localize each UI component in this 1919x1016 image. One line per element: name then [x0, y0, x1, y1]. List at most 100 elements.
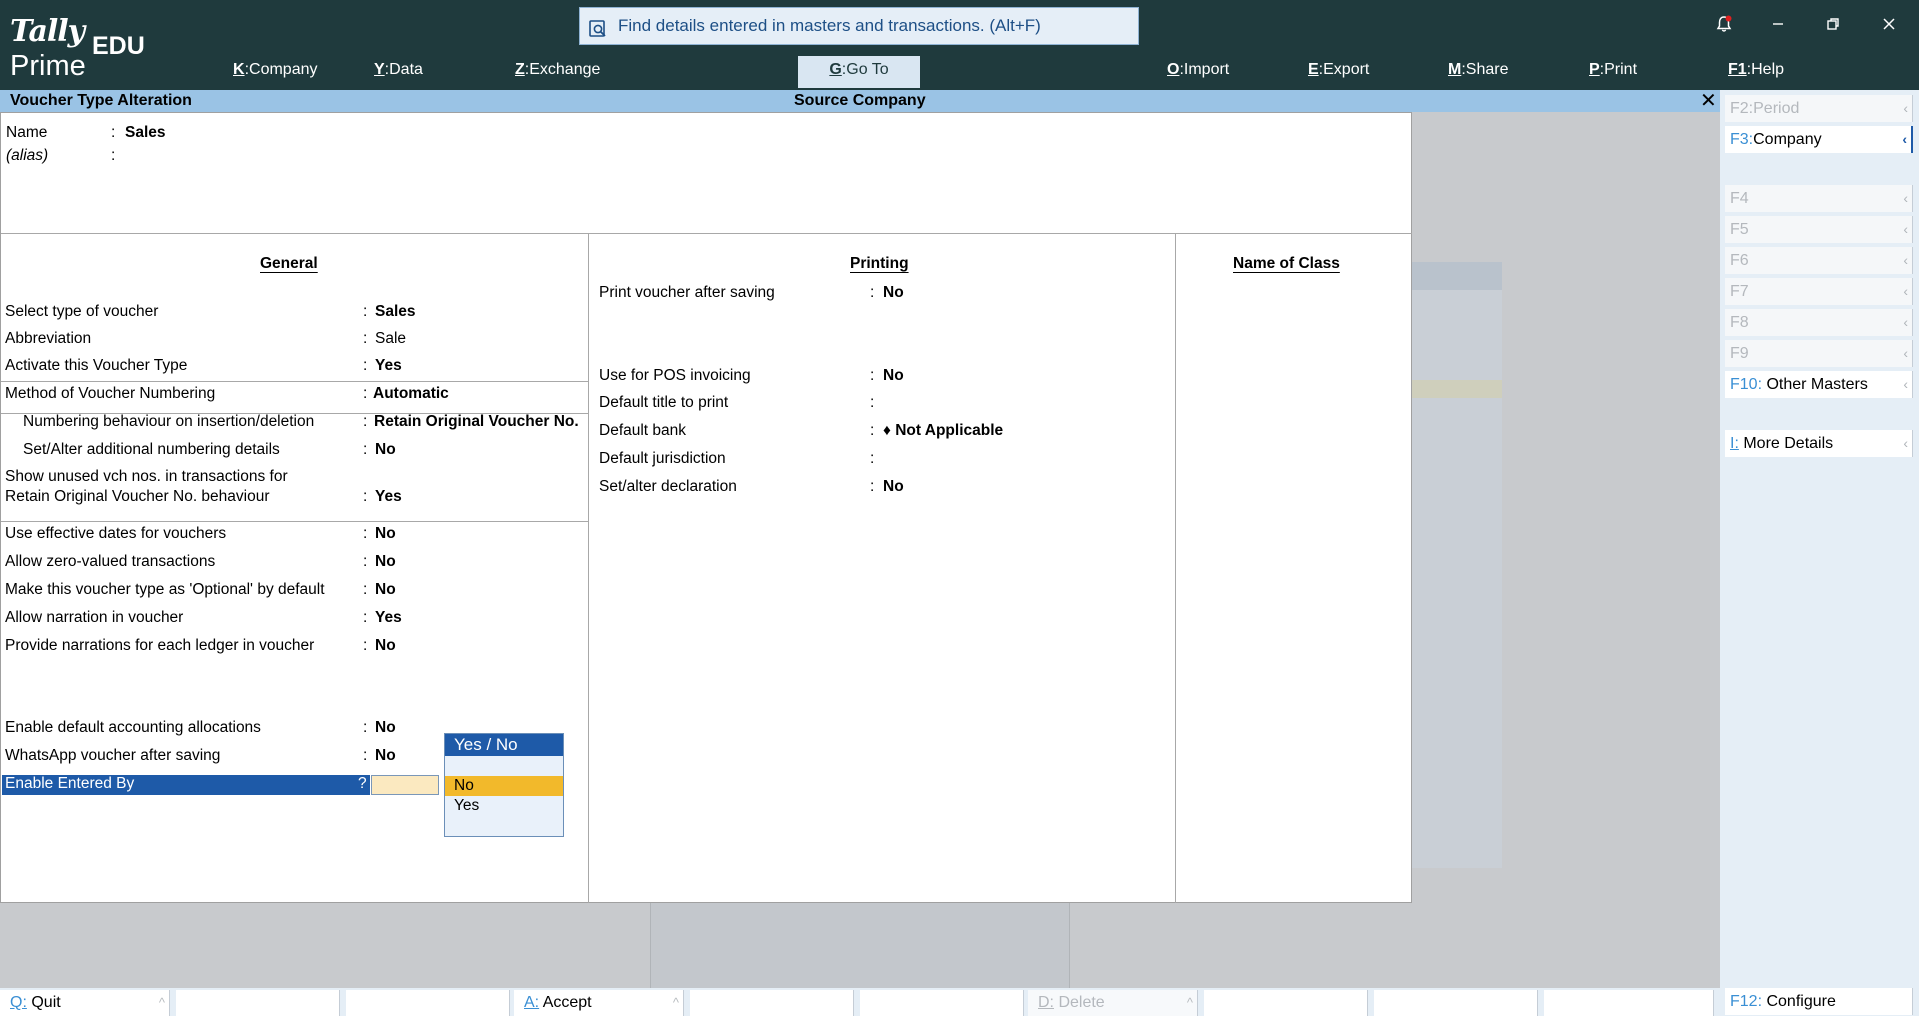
field-label: Use for POS invoicing	[599, 367, 751, 384]
colon: :	[870, 394, 875, 411]
field-label: Print voucher after saving	[599, 284, 775, 301]
f9-button[interactable]: F9 ‹	[1725, 340, 1913, 367]
f4-button[interactable]: F4 ‹	[1725, 185, 1913, 212]
button-key: F3:	[1730, 131, 1754, 148]
chevron-left-icon: ‹	[1903, 221, 1908, 237]
column-divider	[588, 233, 589, 903]
f12-configure-button[interactable]: F12: Configure	[1725, 988, 1913, 1015]
search-icon	[588, 16, 608, 37]
chevron-left-icon: ‹	[1903, 435, 1908, 451]
menu-help[interactable]: F1:Help	[1724, 56, 1788, 88]
menu-label: Data	[389, 61, 423, 78]
whatsapp-voucher-value[interactable]: No	[375, 747, 396, 765]
menu-label: Export	[1323, 61, 1370, 78]
f5-button[interactable]: F5 ‹	[1725, 216, 1913, 243]
field-label: Enable default accounting allocations	[5, 719, 261, 736]
menu-label: Import	[1183, 61, 1230, 78]
allow-narration-value[interactable]: Yes	[375, 609, 402, 627]
colon: :	[363, 637, 368, 654]
menu-label: Share	[1465, 61, 1509, 78]
button-key: F9	[1730, 345, 1749, 362]
menu-data[interactable]: Y:Data	[370, 56, 427, 88]
button-key: F7	[1730, 283, 1749, 300]
colon: :	[363, 581, 368, 598]
menu-share[interactable]: M:Share	[1444, 56, 1512, 88]
show-unused-vch-nos-value[interactable]: Yes	[375, 488, 402, 506]
empty-button-slot	[1374, 990, 1538, 1016]
menu-import[interactable]: O:Import	[1163, 56, 1233, 88]
global-search-box[interactable]: Find details entered in masters and tran…	[579, 7, 1139, 45]
abbreviation-value[interactable]: Sale	[375, 330, 406, 348]
ledger-narration-value[interactable]: No	[375, 637, 396, 655]
f3-company-button[interactable]: F3:Company ‹	[1725, 126, 1913, 153]
option-yes[interactable]: Yes	[445, 796, 563, 816]
menu-company[interactable]: K:Company	[229, 56, 322, 88]
menu-print[interactable]: P:Print	[1585, 56, 1641, 88]
chevron-left-icon: ‹	[1903, 252, 1908, 268]
colon: :	[111, 124, 116, 141]
minimize-icon[interactable]	[1766, 14, 1790, 38]
yes-no-popup[interactable]: Yes / No No Yes	[444, 733, 564, 837]
field-label: Set/alter declaration	[599, 478, 737, 495]
declaration-value[interactable]: No	[883, 478, 904, 496]
menu-key: Y	[374, 61, 385, 78]
accept-button[interactable]: A: Accept ^	[514, 990, 684, 1016]
field-label: Activate this Voucher Type	[5, 357, 188, 374]
print-after-saving-value[interactable]: No	[883, 284, 904, 302]
button-key: F12:	[1730, 993, 1763, 1010]
popup-title: Yes / No	[445, 734, 563, 756]
edition-label: EDU	[92, 32, 145, 60]
menu-label: Company	[249, 61, 318, 78]
colon: :	[870, 284, 875, 301]
zero-valued-value[interactable]: No	[375, 553, 396, 571]
notification-bell-icon[interactable]	[1712, 14, 1736, 38]
enable-entered-by-row[interactable]: Enable Entered By ?	[2, 775, 370, 795]
option-no[interactable]: No	[445, 776, 563, 796]
close-icon[interactable]	[1877, 14, 1901, 38]
default-accounting-allocations-value[interactable]: No	[375, 719, 396, 737]
voucher-numbering-method-value[interactable]: Automatic	[373, 385, 449, 403]
colon: :	[363, 525, 368, 542]
menu-key: E	[1308, 61, 1319, 78]
background-panel	[1412, 262, 1502, 868]
effective-dates-value[interactable]: No	[375, 525, 396, 543]
optional-default-value[interactable]: No	[375, 581, 396, 599]
field-label: Default bank	[599, 422, 687, 439]
numbering-behaviour-value[interactable]: Retain Original Voucher No.	[374, 413, 579, 431]
default-bank-value[interactable]: ♦ Not Applicable	[883, 422, 1003, 440]
delete-button[interactable]: D: Delete ^	[1028, 990, 1198, 1016]
field-label: Use effective dates for vouchers	[5, 525, 227, 542]
empty-button-slot	[690, 990, 854, 1016]
restore-icon[interactable]	[1821, 14, 1845, 38]
enable-entered-by-input[interactable]	[371, 775, 439, 795]
menu-exchange[interactable]: Z:Exchange	[511, 56, 604, 88]
f6-button[interactable]: F6 ‹	[1725, 247, 1913, 274]
quit-button[interactable]: Q: Quit ^	[0, 990, 170, 1016]
printing-heading: Printing	[850, 255, 909, 272]
name-field[interactable]: Sales	[125, 124, 166, 142]
colon: :	[363, 330, 368, 347]
more-details-button[interactable]: I: More Details ‹	[1725, 430, 1913, 457]
button-label: More Details	[1743, 435, 1834, 452]
field-label: Show unused vch nos. in transactions for	[5, 468, 288, 485]
menu-export[interactable]: E:Export	[1304, 56, 1373, 88]
field-label: Retain Original Voucher No. behaviour	[5, 488, 270, 505]
name-of-class-heading: Name of Class	[1233, 255, 1340, 272]
f10-other-masters-button[interactable]: F10: Other Masters ‹	[1725, 371, 1913, 398]
f7-button[interactable]: F7 ‹	[1725, 278, 1913, 305]
close-screen-icon[interactable]: ✕	[1700, 90, 1717, 112]
colon: :	[363, 303, 368, 320]
button-key: D:	[1038, 994, 1054, 1011]
select-type-of-voucher-value[interactable]: Sales	[375, 303, 416, 321]
f8-button[interactable]: F8 ‹	[1725, 309, 1913, 336]
section-divider	[1, 521, 588, 522]
colon: :	[363, 747, 368, 764]
menu-goto[interactable]: G:Go To	[798, 56, 920, 88]
activate-voucher-type-value[interactable]: Yes	[375, 357, 402, 375]
field-label: Select type of voucher	[5, 303, 159, 320]
additional-numbering-value[interactable]: No	[375, 441, 396, 459]
pos-invoicing-value[interactable]: No	[883, 367, 904, 385]
f2-period-button[interactable]: F2:Period ‹	[1725, 95, 1913, 122]
screen-title: Voucher Type Alteration	[10, 92, 192, 109]
field-label: Default title to print	[599, 394, 729, 411]
